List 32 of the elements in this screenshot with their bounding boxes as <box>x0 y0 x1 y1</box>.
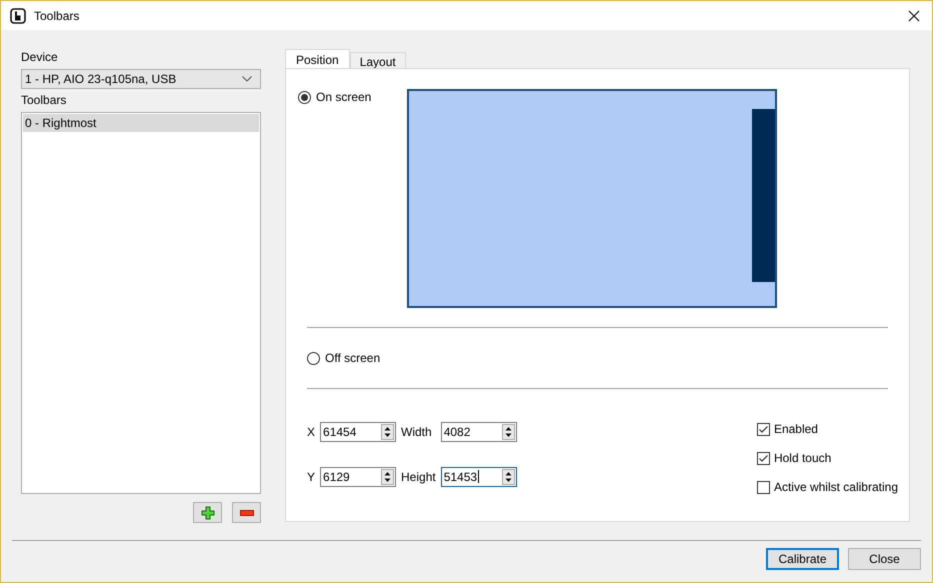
checkbox[interactable]: Active whilst calibrating <box>756 480 898 494</box>
add-button[interactable] <box>193 502 222 523</box>
spin-arrows-icon[interactable] <box>381 424 394 440</box>
tab[interactable]: Position <box>285 49 350 69</box>
field-label: Height <box>401 470 436 484</box>
close-icon[interactable] <box>908 10 920 22</box>
list-item[interactable]: 0 - Rightmost <box>23 114 259 132</box>
radio-button[interactable]: Off screen <box>307 351 416 365</box>
calibrate-button[interactable]: Calibrate <box>766 548 839 570</box>
spin-arrows-icon[interactable] <box>502 468 515 484</box>
field-label: Y <box>307 470 316 484</box>
field-label: X <box>307 424 316 438</box>
app-icon <box>10 8 26 24</box>
device-dropdown[interactable]: 1 - HP, AIO 23-q105na, USB <box>21 69 261 89</box>
checkbox[interactable]: Enabled <box>756 422 898 436</box>
minus-icon <box>240 510 254 516</box>
chevron-icon <box>242 76 252 82</box>
window-title: Toolbars <box>34 8 80 22</box>
spin-field[interactable]: 51453 <box>440 466 517 486</box>
field-label: Width <box>401 424 433 438</box>
radio-button[interactable]: On screen <box>298 90 407 104</box>
spin-arrows-icon[interactable] <box>381 468 394 484</box>
spin-field[interactable]: 4082 <box>440 422 517 442</box>
spin-arrows-icon[interactable] <box>502 424 515 440</box>
toolbars-label: Toolbars <box>21 93 68 107</box>
close-button[interactable]: Close <box>848 548 921 570</box>
plus-icon <box>200 506 214 520</box>
spin-field[interactable]: 6129 <box>320 466 396 486</box>
device-label: Device <box>21 50 59 64</box>
spin-field[interactable]: 61454 <box>320 422 396 442</box>
remove-button[interactable] <box>232 502 261 523</box>
checkbox[interactable]: Hold touch <box>756 451 898 465</box>
